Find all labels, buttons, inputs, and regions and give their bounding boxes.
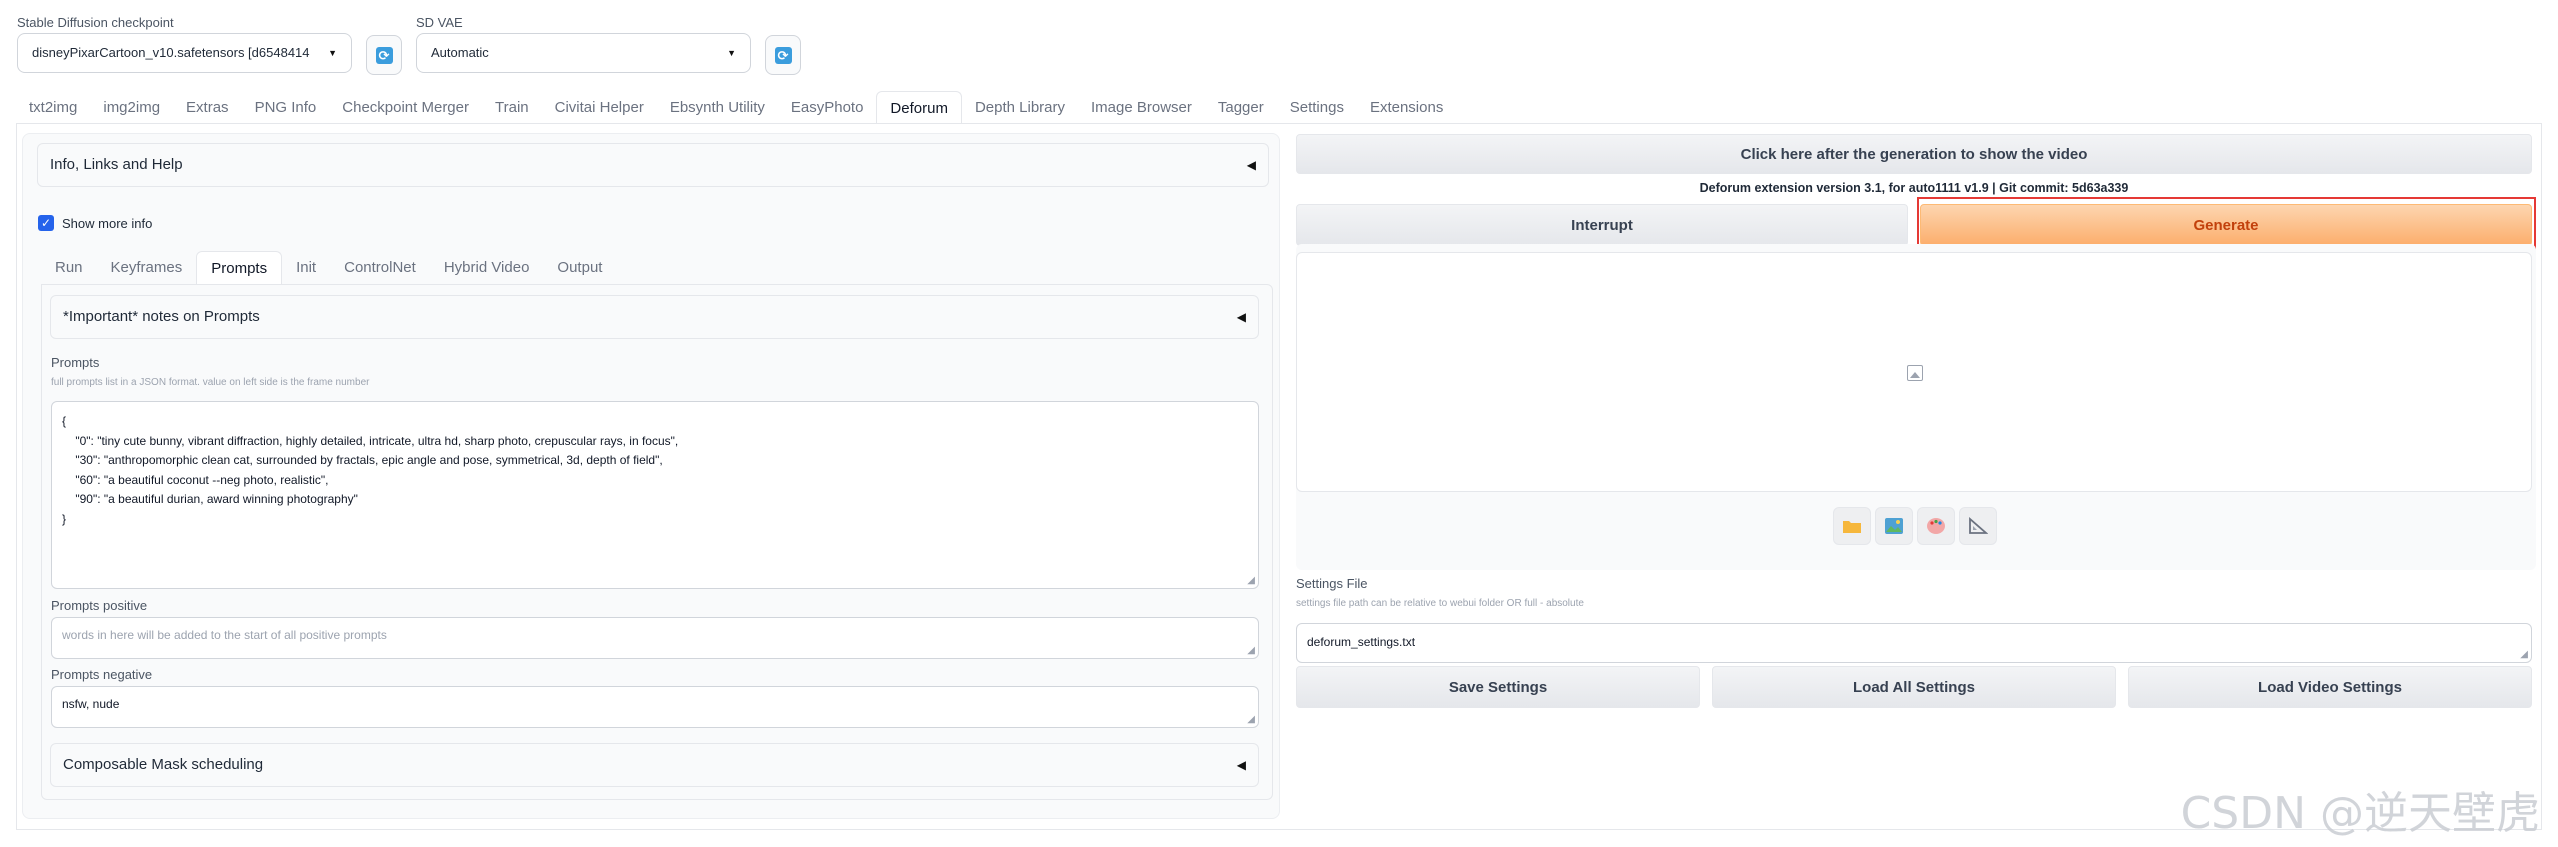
vae-dropdown[interactable]: Automatic ▼ [416, 33, 751, 73]
tab-txt2img[interactable]: txt2img [16, 91, 90, 124]
resize-handle-icon[interactable]: ◢ [1247, 575, 1255, 586]
settings-file-label: Settings File [1296, 576, 1368, 591]
subtab-hybrid-video[interactable]: Hybrid Video [430, 251, 544, 285]
composable-mask-title: Composable Mask scheduling [63, 756, 264, 773]
folder-button[interactable] [1833, 507, 1871, 545]
prompts-positive-label: Prompts positive [51, 598, 148, 613]
load-all-settings-button[interactable]: Load All Settings [1712, 666, 2116, 708]
image-placeholder-icon [1907, 365, 1923, 381]
show-video-button[interactable]: Click here after the generation to show … [1296, 134, 2532, 174]
prompts-notes-title: *Important* notes on Prompts [63, 308, 260, 325]
settings-file-value: deforum_settings.txt [1307, 635, 1416, 649]
vae-value: Automatic [431, 45, 489, 60]
composable-mask-accordion[interactable]: Composable Mask scheduling ◀ [50, 743, 1259, 787]
folder-icon [1843, 521, 1861, 533]
prompts-negative-label: Prompts negative [51, 667, 153, 682]
subtab-keyframes[interactable]: Keyframes [97, 251, 197, 285]
interrupt-button[interactable]: Interrupt [1296, 204, 1908, 246]
send-to-palette-button[interactable] [1917, 507, 1955, 545]
tab-img2img[interactable]: img2img [90, 91, 173, 124]
send-to-image-button[interactable] [1875, 507, 1913, 545]
tab-civitai-helper[interactable]: Civitai Helper [542, 91, 657, 124]
tab-png-info[interactable]: PNG Info [242, 91, 330, 124]
prompts-textarea[interactable]: { "0": "tiny cute bunny, vibrant diffrac… [51, 401, 1259, 589]
info-links-accordion[interactable]: Info, Links and Help ◀ [37, 143, 1269, 187]
prompts-positive-textarea[interactable]: words in here will be added to the start… [51, 617, 1259, 659]
subtab-output[interactable]: Output [543, 251, 616, 285]
image-icon [1885, 518, 1903, 534]
info-links-title: Info, Links and Help [50, 156, 183, 173]
tab-extensions[interactable]: Extensions [1357, 91, 1456, 124]
tab-easyphoto[interactable]: EasyPhoto [778, 91, 877, 124]
version-text: Deforum extension version 3.1, for auto1… [1699, 181, 2129, 195]
resize-handle-icon[interactable]: ◢ [1247, 645, 1255, 656]
tab-extras[interactable]: Extras [173, 91, 242, 124]
send-to-extras-button[interactable] [1959, 507, 1997, 545]
save-settings-button[interactable]: Save Settings [1296, 666, 1700, 708]
checkpoint-refresh-button[interactable]: ⟳ [366, 35, 402, 75]
resize-handle-icon[interactable]: ◢ [1247, 714, 1255, 725]
prompts-line: "90": "a beautiful durian, award winning… [62, 492, 358, 506]
refresh-icon: ⟳ [774, 46, 792, 64]
subtab-run[interactable]: Run [41, 251, 97, 285]
load-video-settings-button[interactable]: Load Video Settings [2128, 666, 2532, 708]
checkbox-checked-icon[interactable]: ✓ [38, 215, 54, 231]
checkpoint-label: Stable Diffusion checkpoint [17, 15, 174, 30]
prompts-line: "30": "anthropomorphic clean cat, surrou… [62, 453, 663, 467]
tab-train[interactable]: Train [482, 91, 542, 124]
prompts-line: } [62, 511, 67, 526]
collapse-triangle-icon: ◀ [1236, 758, 1246, 772]
show-more-info-label: Show more info [62, 215, 153, 231]
tab-settings[interactable]: Settings [1277, 91, 1357, 124]
settings-file-info: settings file path can be relative to we… [1296, 598, 1584, 609]
checkpoint-value: disneyPixarCartoon_v10.safetensors [d654… [32, 45, 310, 60]
resize-handle-icon[interactable]: ◢ [2520, 649, 2528, 660]
tab-deforum[interactable]: Deforum [876, 91, 962, 124]
prompts-info: full prompts list in a JSON format. valu… [51, 377, 370, 388]
checkpoint-dropdown[interactable]: disneyPixarCartoon_v10.safetensors [d654… [17, 33, 352, 73]
tab-tagger[interactable]: Tagger [1205, 91, 1277, 124]
ruler-icon [1969, 517, 1988, 534]
subtab-init[interactable]: Init [282, 251, 330, 285]
main-tabbar: txt2img img2img Extras PNG Info Checkpoi… [16, 91, 1456, 124]
prompts-line: "0": "tiny cute bunny, vibrant diffracti… [62, 433, 679, 448]
prompts-label: Prompts [51, 355, 100, 370]
collapse-triangle-icon: ◀ [1246, 158, 1256, 172]
refresh-icon: ⟳ [375, 46, 393, 64]
vae-refresh-button[interactable]: ⟳ [765, 35, 801, 75]
prompts-line: { [62, 414, 67, 428]
vae-label: SD VAE [416, 15, 463, 30]
tab-image-browser[interactable]: Image Browser [1078, 91, 1205, 124]
prompts-positive-placeholder: words in here will be added to the start… [62, 628, 387, 642]
prompts-notes-accordion[interactable]: *Important* notes on Prompts ◀ [50, 295, 1259, 339]
tab-ebsynth-utility[interactable]: Ebsynth Utility [657, 91, 778, 124]
csdn-watermark: CSDN @逆天壁虎 [2180, 788, 2540, 839]
tab-checkpoint-merger[interactable]: Checkpoint Merger [329, 91, 482, 124]
prompts-negative-value: nsfw, nude [62, 697, 120, 711]
chevron-down-icon: ▼ [328, 48, 337, 58]
chevron-down-icon: ▼ [727, 48, 736, 58]
prompts-negative-textarea[interactable]: nsfw, nude ◢ [51, 686, 1259, 728]
collapse-triangle-icon: ◀ [1236, 310, 1246, 324]
show-more-info-row[interactable]: ✓ Show more info [38, 215, 152, 231]
subtab-controlnet[interactable]: ControlNet [330, 251, 430, 285]
palette-icon [1927, 518, 1945, 534]
tab-depth-library[interactable]: Depth Library [962, 91, 1078, 124]
deforum-subtabs: Run Keyframes Prompts Init ControlNet Hy… [41, 251, 616, 285]
subtab-prompts[interactable]: Prompts [196, 251, 283, 285]
settings-file-input[interactable]: deforum_settings.txt ◢ [1296, 623, 2532, 663]
prompts-line: "60": "a beautiful coconut --neg photo, … [62, 472, 329, 487]
